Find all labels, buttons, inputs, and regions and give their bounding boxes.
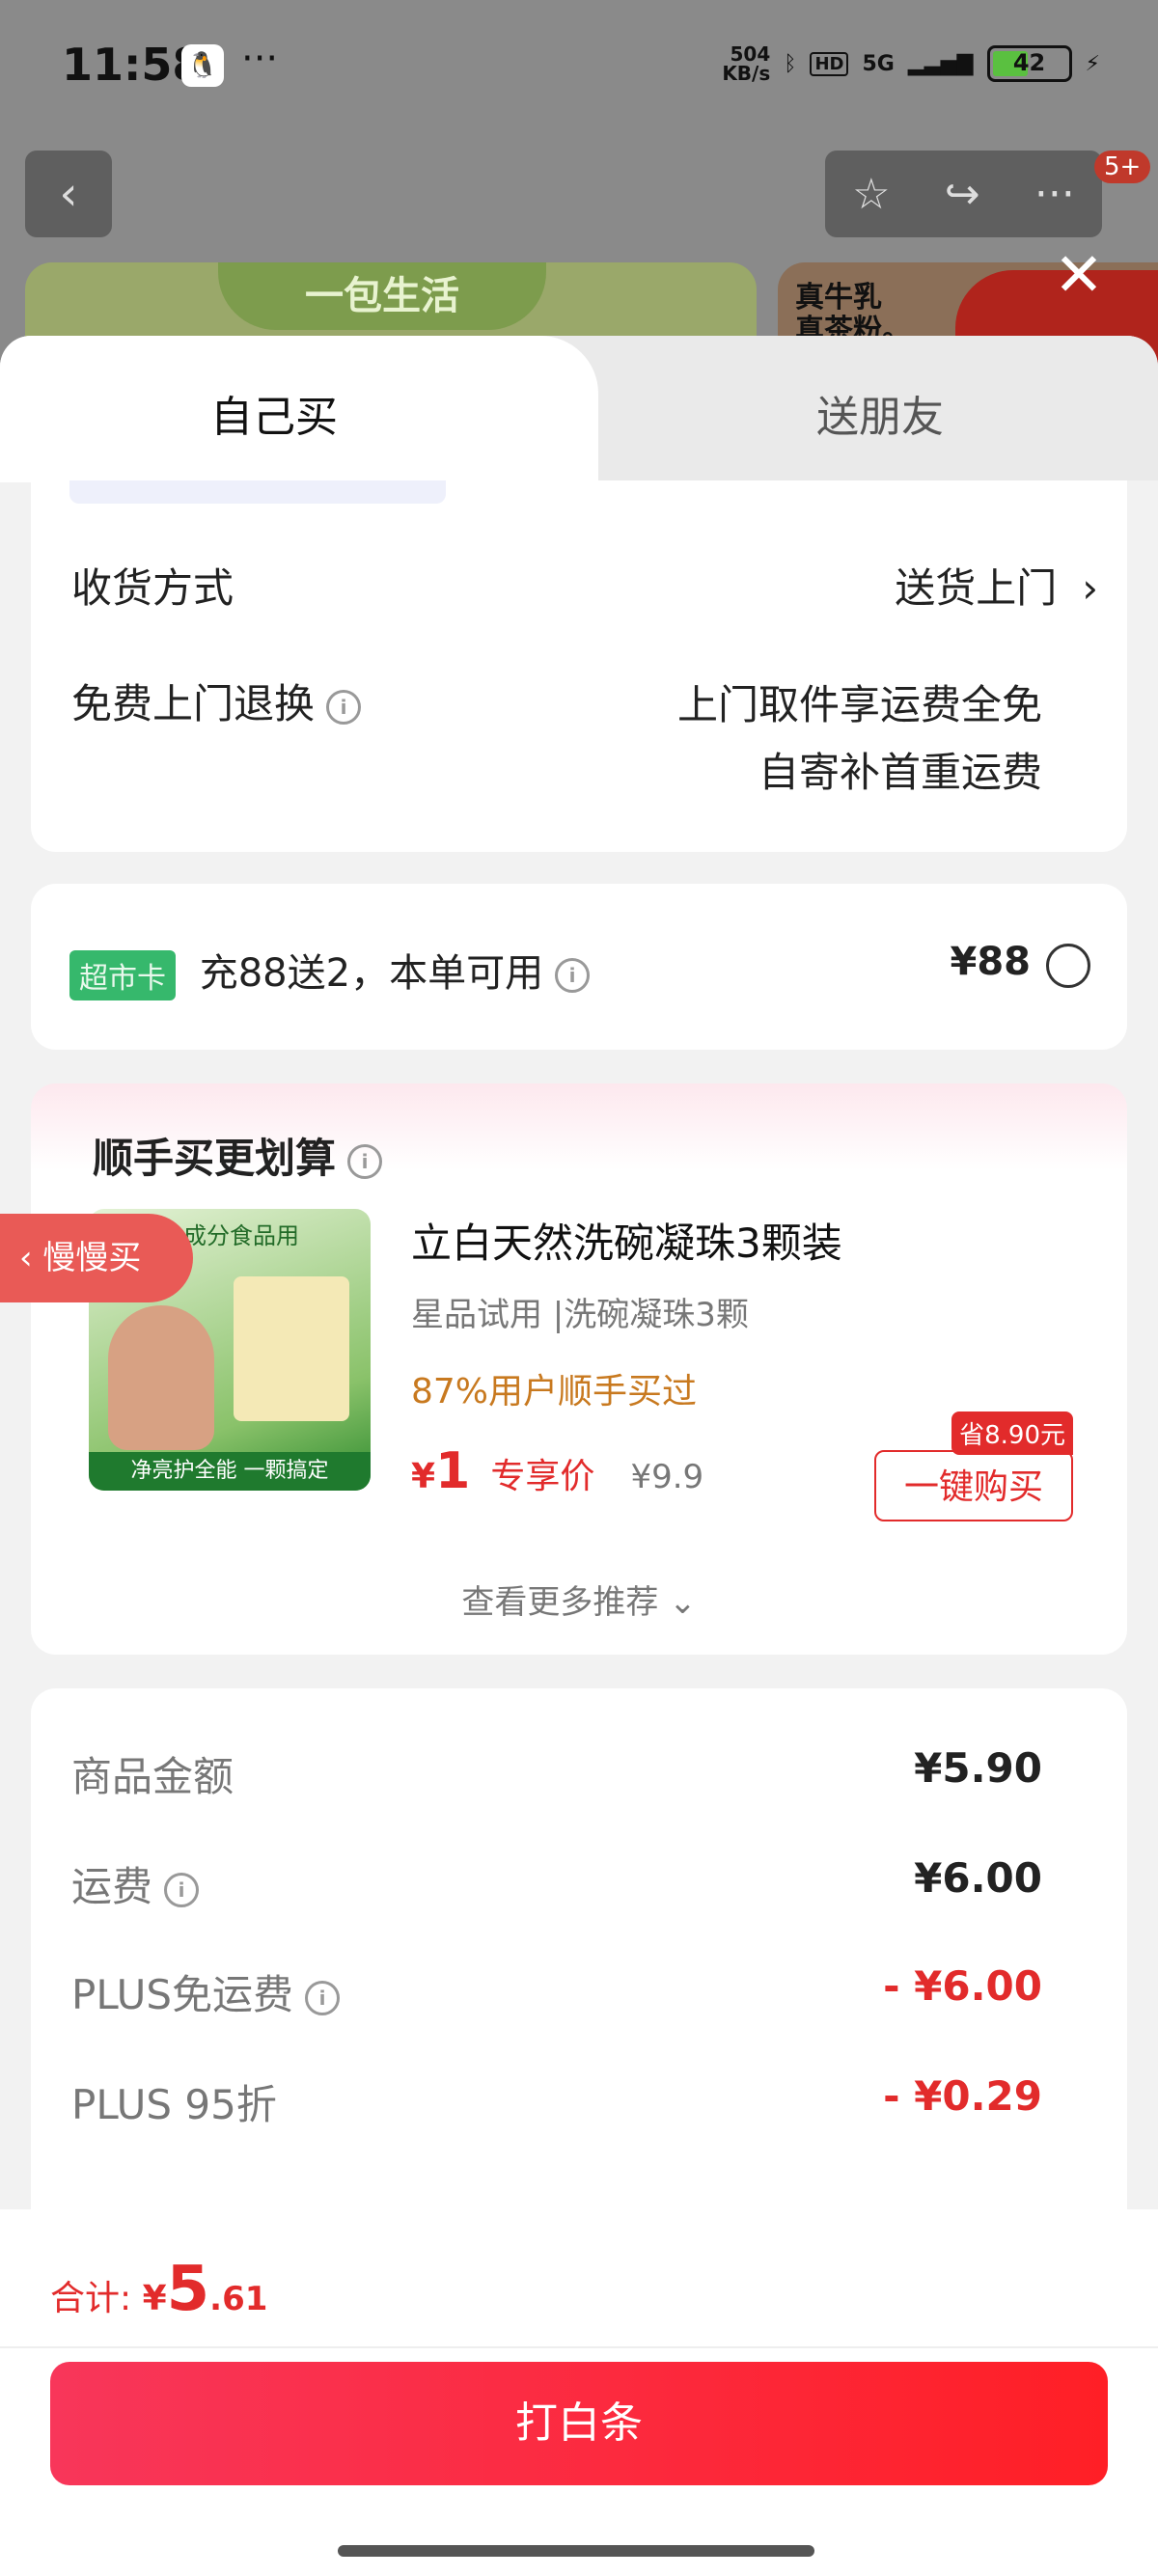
battery-icon: 42 xyxy=(986,45,1072,82)
product-subtitle: 星品试用 |洗碗凝珠3颗 xyxy=(411,1296,749,1334)
supermarket-card-price: ¥88 xyxy=(950,940,1032,984)
addon-card: 顺手买更划算 i 全成分食品用 净亮护全能 一颗搞定 立白天然洗碗凝珠3颗装 星品… xyxy=(31,1083,1127,1655)
notification-badge: 5+ xyxy=(1094,151,1151,183)
chevron-left-icon: ‹ xyxy=(19,1239,43,1277)
chevron-down-icon: ⌄ xyxy=(658,1583,697,1622)
bluetooth-icon: ᛒ xyxy=(784,51,797,76)
qq-icon: 🐧 xyxy=(181,44,224,87)
home-indicator[interactable] xyxy=(338,2545,814,2557)
close-icon[interactable]: ✕ xyxy=(1054,239,1104,310)
return-value: 上门取件享运费全免 自寄补首重运费 xyxy=(676,681,1042,796)
network-speed: 504 KB/s xyxy=(722,42,771,85)
supermarket-card-badge: 超市卡 xyxy=(69,950,176,1000)
save-tag: 省8.90元 xyxy=(951,1411,1073,1455)
product-popularity: 87%用户顺手买过 xyxy=(411,1372,698,1411)
delivery-method-value[interactable]: 送货上门 › xyxy=(895,556,1098,615)
product-price: ¥1 专享价 ¥9.9 xyxy=(411,1442,704,1500)
divider xyxy=(0,2346,1158,2348)
supermarket-card-row[interactable]: 超市卡 充88送2，本单可用 i ¥88 xyxy=(31,884,1127,1050)
summary-plus-free-label: PLUS免运费 i xyxy=(71,1962,341,2021)
pay-button[interactable]: 打白条 xyxy=(50,2362,1108,2485)
summary-goods-value: ¥5.90 xyxy=(914,1744,1042,1792)
original-price: ¥9.9 xyxy=(630,1458,704,1496)
manman-buy-float[interactable]: ‹ 慢慢买 xyxy=(0,1214,193,1302)
addon-title: 顺手买更划算 i xyxy=(93,1126,383,1185)
status-bar: 11:58 🐧 ··· 504 KB/s ᛒ HD 5G ▂▃▅▇ 42 ⚡ xyxy=(0,0,1158,135)
summary-shipping-label: 运费 i xyxy=(71,1854,200,1913)
tab-gift[interactable]: 送朋友 xyxy=(816,382,944,444)
summary-plus-free-value: - ¥6.00 xyxy=(883,1962,1042,2010)
info-icon[interactable]: i xyxy=(305,1980,341,2015)
more-icon[interactable]: ··· xyxy=(1034,170,1075,219)
summary-goods-label: 商品金额 xyxy=(71,1753,234,1800)
one-click-buy-button[interactable]: 一键购买 xyxy=(874,1450,1073,1521)
more-notifications-icon: ··· xyxy=(241,37,279,81)
summary-shipping-value: ¥6.00 xyxy=(914,1854,1042,1902)
more-recommendations[interactable]: 查看更多推荐 ⌄ xyxy=(31,1576,1127,1623)
delivery-method-label: 收货方式 xyxy=(71,564,234,612)
product-name[interactable]: 立白天然洗碗凝珠3颗装 xyxy=(411,1211,842,1270)
back-button[interactable]: ‹ xyxy=(25,151,112,237)
tab-self-buy[interactable]: 自己买 xyxy=(0,336,598,482)
return-label: 免费上门退换 i xyxy=(71,671,362,730)
supermarket-card-radio[interactable] xyxy=(1046,944,1090,988)
info-icon[interactable]: i xyxy=(555,958,591,993)
hd-icon: HD xyxy=(810,51,849,76)
info-icon[interactable]: i xyxy=(164,1872,200,1907)
address-remnant xyxy=(69,480,446,504)
status-right: 504 KB/s ᛒ HD 5G ▂▃▅▇ 42 ⚡ xyxy=(722,44,1100,83)
signal-icon: ▂▃▅▇ xyxy=(907,51,974,76)
chevron-right-icon: › xyxy=(1082,564,1098,612)
delivery-card: 收货方式 送货上门 › 免费上门退换 i 上门取件享运费全免 自寄补首重运费 xyxy=(31,480,1127,852)
nav-actions: ☆ ↪ ··· xyxy=(825,151,1102,237)
summary-plus-discount-label: PLUS 95折 xyxy=(71,2081,277,2128)
summary-plus-discount-value: - ¥0.29 xyxy=(883,2072,1042,2120)
total-amount: 合计: ¥5.61 xyxy=(50,2254,268,2325)
share-icon[interactable]: ↪ xyxy=(945,170,980,219)
supermarket-promo: 超市卡 充88送2，本单可用 i xyxy=(69,942,591,1000)
charging-icon: ⚡ xyxy=(1085,51,1100,76)
star-icon[interactable]: ☆ xyxy=(852,170,890,219)
network-type: 5G xyxy=(862,51,895,76)
price-summary: 商品金额 ¥5.90 运费 i ¥6.00 PLUS免运费 i - ¥6.00 PL… xyxy=(31,1688,1127,2267)
purchase-tabs: 自己买 送朋友 xyxy=(0,336,1158,482)
info-icon[interactable]: i xyxy=(326,689,362,725)
info-icon[interactable]: i xyxy=(347,1143,383,1179)
